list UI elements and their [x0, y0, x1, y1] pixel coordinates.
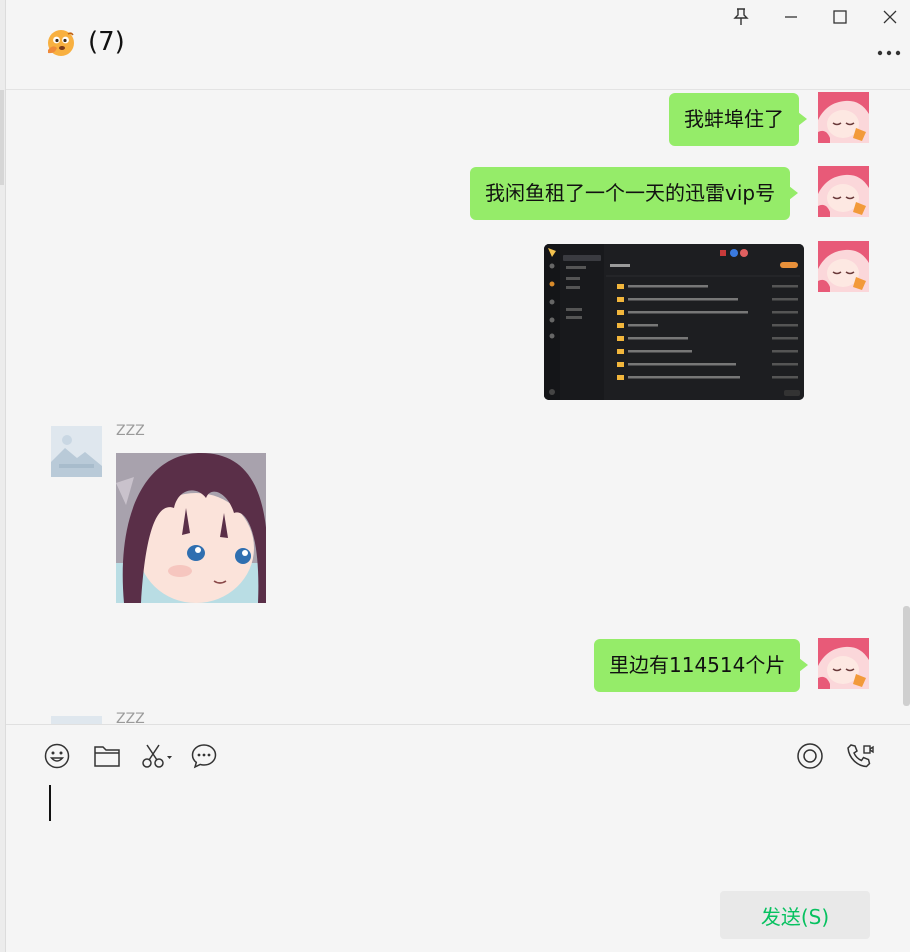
- contact-avatar[interactable]: [51, 716, 102, 724]
- screenshot-button[interactable]: [139, 740, 175, 772]
- maximize-icon: [833, 10, 847, 24]
- emoji-button[interactable]: [41, 740, 73, 772]
- self-avatar[interactable]: [818, 638, 869, 689]
- close-icon: [883, 10, 897, 24]
- minimize-button[interactable]: [771, 2, 811, 32]
- more-icon: [877, 50, 901, 56]
- folder-icon: [94, 746, 120, 767]
- message-bubble-out[interactable]: 我闲鱼租了一个一天的迅雷vip号: [470, 167, 799, 220]
- chat-header: (7): [6, 0, 910, 90]
- pin-icon: [733, 8, 749, 25]
- message-image-sticker[interactable]: [116, 453, 266, 603]
- contact-avatar[interactable]: [51, 426, 102, 477]
- call-button[interactable]: [844, 740, 876, 772]
- pin-button[interactable]: [721, 2, 761, 32]
- scissors-icon: [142, 744, 172, 768]
- chat-history-button[interactable]: [188, 740, 220, 772]
- self-avatar[interactable]: [818, 241, 869, 292]
- file-button[interactable]: [91, 740, 123, 772]
- emoji-icon: [44, 743, 70, 769]
- text-caret: [49, 785, 51, 821]
- maximize-button[interactable]: [820, 2, 860, 32]
- live-icon: [797, 743, 823, 769]
- call-icon: [847, 744, 874, 768]
- sender-name: ZZZ: [116, 711, 145, 724]
- chat-history-icon: [191, 744, 217, 769]
- sender-name: ZZZ: [116, 423, 145, 439]
- toolbar-divider: [6, 724, 910, 725]
- minimize-icon: [785, 16, 797, 18]
- live-button[interactable]: [794, 740, 826, 772]
- message-bubble-out[interactable]: 我蚌埠住了: [669, 93, 807, 146]
- self-avatar[interactable]: [818, 92, 869, 143]
- thinking-face-icon: [46, 28, 76, 58]
- message-list[interactable]: 我蚌埠住了 我闲鱼租了一个一天的迅雷vip号 ZZZ 里边有114514个片 Z…: [6, 91, 910, 724]
- message-scrollbar-thumb[interactable]: [903, 606, 910, 706]
- send-button[interactable]: 发送(S): [720, 891, 870, 939]
- message-input[interactable]: [40, 782, 870, 877]
- close-button[interactable]: [870, 2, 910, 32]
- more-options-button[interactable]: [874, 42, 904, 64]
- message-bubble-out[interactable]: 里边有114514个片: [594, 639, 809, 692]
- self-avatar[interactable]: [818, 166, 869, 217]
- chat-title: (7): [88, 27, 125, 57]
- message-image-screenshot[interactable]: [544, 244, 804, 400]
- left-scrollbar-thumb[interactable]: [0, 90, 4, 185]
